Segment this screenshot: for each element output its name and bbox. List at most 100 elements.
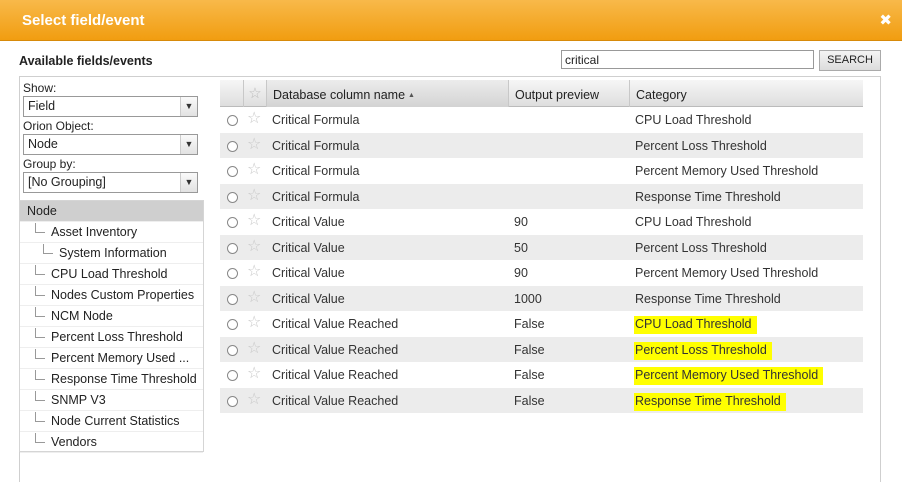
star-icon[interactable]: ☆	[243, 80, 266, 107]
table-row[interactable]: ☆ Critical Value 50 Percent Loss Threshold	[220, 234, 863, 260]
tree-item-system-information[interactable]: System Information	[20, 243, 203, 264]
cell-category-highlighted: Percent Loss Threshold	[634, 341, 772, 360]
star-icon[interactable]: ☆	[247, 262, 261, 282]
cell-output-preview: 90	[514, 215, 528, 229]
chevron-down-icon[interactable]: ▼	[180, 97, 197, 116]
star-icon[interactable]: ☆	[247, 135, 261, 155]
cell-output-preview: False	[514, 393, 545, 408]
close-icon[interactable]: ✖	[879, 11, 892, 29]
cell-column-name: Critical Value Reached	[272, 393, 399, 408]
row-radio[interactable]	[227, 319, 238, 330]
tree-item-label: Node	[27, 204, 57, 218]
table-row[interactable]: ☆ Critical Value Reached False Percent Loss…	[220, 336, 863, 362]
tree-item-cpu-load-threshold[interactable]: CPU Load Threshold	[20, 264, 203, 285]
tree-connector-icon	[35, 433, 45, 443]
star-icon[interactable]: ☆	[247, 364, 261, 384]
column-header-database-column-name[interactable]: Database column name ▲	[266, 80, 508, 107]
show-select-value: Field	[28, 99, 56, 113]
fields-grid: ☆ Database column name ▲ Output preview C…	[220, 80, 863, 413]
row-radio[interactable]	[227, 115, 238, 126]
tree-connector-icon	[35, 265, 45, 275]
table-row[interactable]: ☆ Critical Formula Percent Loss Threshold	[220, 132, 863, 158]
tree-item-nodes-custom-properties[interactable]: Nodes Custom Properties	[20, 285, 203, 306]
star-icon[interactable]: ☆	[247, 339, 261, 359]
cell-category-highlighted: Percent Memory Used Threshold	[634, 367, 824, 385]
cell-category: Response Time Threshold	[635, 291, 781, 306]
table-row[interactable]: ☆ Critical Value Reached False CPU Load Thr…	[220, 311, 863, 337]
tree-connector-icon	[35, 370, 45, 380]
table-row[interactable]: ☆ Critical Value Reached False Response Tim…	[220, 387, 863, 413]
show-select[interactable]: Field ▼	[23, 96, 198, 117]
cell-output-preview: 90	[514, 266, 528, 280]
tree-item-node-current-statistics[interactable]: Node Current Statistics	[20, 411, 203, 432]
star-icon[interactable]: ☆	[247, 390, 261, 410]
row-radio[interactable]	[227, 242, 238, 254]
star-icon[interactable]: ☆	[247, 313, 261, 333]
table-row[interactable]: ☆ Critical Value 90 Percent Memory Used Thr…	[220, 260, 863, 286]
orion-object-select[interactable]: Node ▼	[23, 134, 198, 155]
tree-item-ncm-node[interactable]: NCM Node	[20, 306, 203, 327]
tree-item-vendors[interactable]: Vendors	[20, 432, 203, 453]
table-row[interactable]: ☆ Critical Formula Response Time Threshold	[220, 183, 863, 209]
tree-item-response-time-threshold[interactable]: Response Time Threshold	[20, 369, 203, 390]
table-row[interactable]: ☆ Critical Value 1000 Response Time Thresho…	[220, 285, 863, 311]
column-header-label: Category	[636, 88, 687, 102]
cell-column-name: Critical Formula	[272, 113, 360, 127]
column-header-output-preview[interactable]: Output preview	[508, 80, 629, 107]
row-radio[interactable]	[227, 344, 238, 356]
row-radio[interactable]	[227, 191, 238, 203]
group-by-select-value: [No Grouping]	[28, 175, 106, 189]
show-label: Show:	[23, 81, 57, 95]
table-row[interactable]: ☆ Critical Value 90 CPU Load Threshold	[220, 209, 863, 235]
tree-item-label: Nodes Custom Properties	[51, 288, 195, 302]
star-icon[interactable]: ☆	[247, 186, 261, 206]
cell-output-preview: False	[514, 317, 545, 331]
column-header-label: Database column name	[273, 88, 406, 102]
row-radio[interactable]	[227, 166, 238, 177]
chevron-down-icon[interactable]: ▼	[180, 173, 197, 192]
row-radio[interactable]	[227, 140, 238, 152]
cell-category: Percent Loss Threshold	[635, 138, 767, 153]
cell-output-preview: False	[514, 368, 545, 382]
cell-output-preview: 50	[514, 240, 528, 255]
star-icon[interactable]: ☆	[247, 237, 261, 257]
tree-item-label: Response Time Threshold	[51, 372, 197, 386]
row-radio[interactable]	[227, 268, 238, 279]
cell-output-preview: False	[514, 342, 545, 357]
table-row[interactable]: ☆ Critical Formula CPU Load Threshold	[220, 107, 863, 133]
tree-connector-icon	[35, 328, 45, 338]
cell-column-name: Critical Value Reached	[272, 342, 399, 357]
chevron-down-icon[interactable]: ▼	[180, 135, 197, 154]
cell-column-name: Critical Value Reached	[272, 317, 399, 331]
table-row[interactable]: ☆ Critical Formula Percent Memory Used Thr…	[220, 158, 863, 184]
column-header-category[interactable]: Category	[629, 80, 863, 107]
search-input[interactable]	[561, 50, 814, 69]
tree-item-label: Percent Loss Threshold	[51, 330, 183, 344]
tree-item-label: Percent Memory Used ...	[51, 351, 190, 365]
tree-item-node[interactable]: Node	[20, 201, 203, 222]
filter-panel: Show: Field ▼ Orion Object: Node ▼ Group…	[23, 80, 205, 194]
tree-item-percent-memory-used[interactable]: Percent Memory Used ...	[20, 348, 203, 369]
cell-category: CPU Load Threshold	[635, 215, 752, 229]
tree-item-percent-loss-threshold[interactable]: Percent Loss Threshold	[20, 327, 203, 348]
search-button[interactable]: SEARCH	[819, 50, 881, 71]
tree-item-label: Node Current Statistics	[51, 414, 180, 428]
row-radio[interactable]	[227, 217, 238, 228]
group-by-select[interactable]: [No Grouping] ▼	[23, 172, 198, 193]
tree-item-asset-inventory[interactable]: Asset Inventory	[20, 222, 203, 243]
star-icon[interactable]: ☆	[247, 160, 261, 180]
tree-item-snmp-v3[interactable]: SNMP V3	[20, 390, 203, 411]
orion-object-label: Orion Object:	[23, 119, 94, 133]
star-icon[interactable]: ☆	[247, 288, 261, 308]
tree-connector-icon	[35, 412, 45, 422]
row-radio[interactable]	[227, 293, 238, 305]
tree-item-label: SNMP V3	[51, 393, 106, 407]
table-row[interactable]: ☆ Critical Value Reached False Percent Memo…	[220, 362, 863, 388]
row-radio[interactable]	[227, 370, 238, 381]
cell-category: Response Time Threshold	[635, 189, 781, 204]
star-icon[interactable]: ☆	[247, 109, 261, 129]
star-icon[interactable]: ☆	[247, 211, 261, 231]
row-radio[interactable]	[227, 395, 238, 407]
available-fields-label: Available fields/events	[19, 54, 153, 68]
group-by-label: Group by:	[23, 157, 76, 171]
